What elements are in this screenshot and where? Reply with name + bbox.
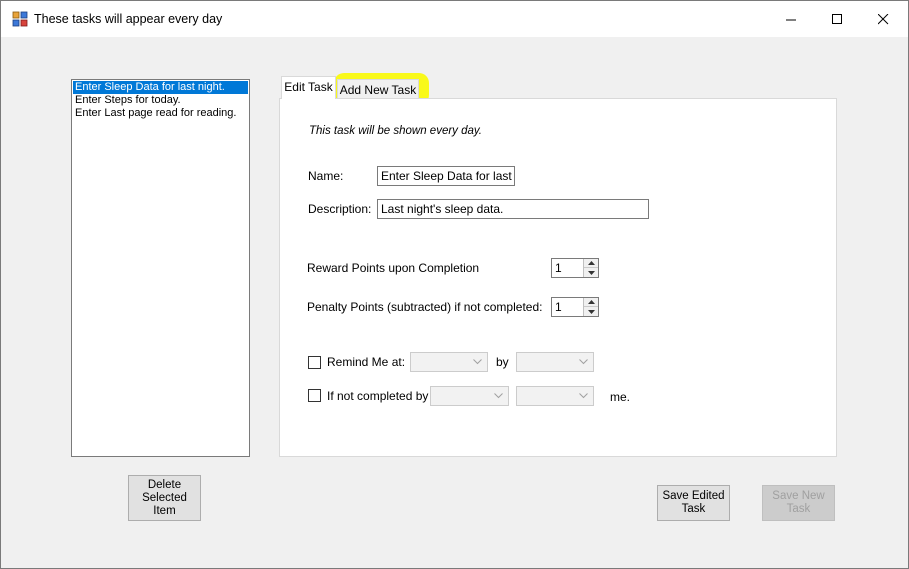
app-icon	[12, 11, 28, 27]
close-icon	[877, 13, 888, 24]
description-label: Description:	[308, 202, 372, 216]
penalty-points-stepper[interactable]: 1	[551, 297, 599, 317]
stepper-up-button[interactable]	[584, 298, 598, 307]
save-new-task-button[interactable]: Save New Task	[762, 485, 835, 521]
by-label: by	[496, 355, 509, 369]
minimize-button[interactable]	[768, 1, 814, 37]
penalty-points-value: 1	[555, 300, 562, 314]
chevron-down-icon	[577, 390, 589, 402]
up-arrow-icon	[587, 261, 595, 265]
delete-selected-item-button[interactable]: Delete Selected Item	[128, 475, 201, 521]
if-not-completed-label: If not completed by	[327, 389, 429, 403]
title-bar: These tasks will appear every day	[1, 1, 908, 37]
not-completed-time-dropdown[interactable]	[430, 386, 509, 406]
edit-task-panel: This task will be shown every day. Name:…	[279, 98, 837, 457]
me-label: me.	[610, 390, 631, 404]
task-listbox[interactable]: Enter Sleep Data for last night. Enter S…	[71, 79, 250, 457]
client-area: Enter Sleep Data for last night. Enter S…	[1, 37, 908, 568]
remind-me-label: Remind Me at:	[327, 355, 406, 369]
stepper-buttons	[583, 298, 598, 316]
panel-note: This task will be shown every day.	[309, 125, 482, 137]
chevron-down-icon	[492, 390, 504, 402]
maximize-icon	[831, 13, 842, 24]
remind-time-dropdown[interactable]	[410, 352, 488, 372]
down-arrow-icon	[587, 270, 595, 275]
window-title: These tasks will appear every day	[34, 12, 223, 26]
tab-add-new-task[interactable]: Add New Task	[337, 79, 419, 100]
down-arrow-icon	[587, 309, 595, 314]
chevron-down-icon	[471, 356, 483, 368]
remind-by-dropdown[interactable]	[516, 352, 594, 372]
stepper-buttons	[583, 259, 598, 277]
stepper-down-button[interactable]	[584, 268, 598, 277]
maximize-button[interactable]	[814, 1, 860, 37]
stepper-down-button[interactable]	[584, 307, 598, 316]
penalty-label: Penalty Points (subtracted) if not compl…	[307, 300, 543, 314]
list-item[interactable]: Enter Last page read for reading.	[73, 107, 248, 120]
list-item[interactable]: Enter Sleep Data for last night.	[73, 81, 248, 94]
stepper-up-button[interactable]	[584, 259, 598, 268]
if-not-completed-checkbox[interactable]	[308, 389, 321, 402]
remind-me-checkbox[interactable]	[308, 356, 321, 369]
name-label: Name:	[308, 169, 344, 183]
reward-points-value: 1	[555, 261, 562, 275]
tab-edit-task[interactable]: Edit Task	[281, 76, 336, 99]
minimize-icon	[785, 19, 796, 20]
reward-label: Reward Points upon Completion	[307, 261, 480, 275]
name-field[interactable]: Enter Sleep Data for last nig	[377, 166, 515, 186]
close-button[interactable]	[860, 1, 906, 37]
list-item[interactable]: Enter Steps for today.	[73, 94, 248, 107]
app-window: These tasks will appear every day Enter …	[0, 0, 909, 569]
not-completed-action-dropdown[interactable]	[516, 386, 594, 406]
chevron-down-icon	[577, 356, 589, 368]
reward-points-stepper[interactable]: 1	[551, 258, 599, 278]
save-edited-task-button[interactable]: Save Edited Task	[657, 485, 730, 521]
description-field[interactable]: Last night's sleep data.	[377, 199, 649, 219]
up-arrow-icon	[587, 300, 595, 304]
